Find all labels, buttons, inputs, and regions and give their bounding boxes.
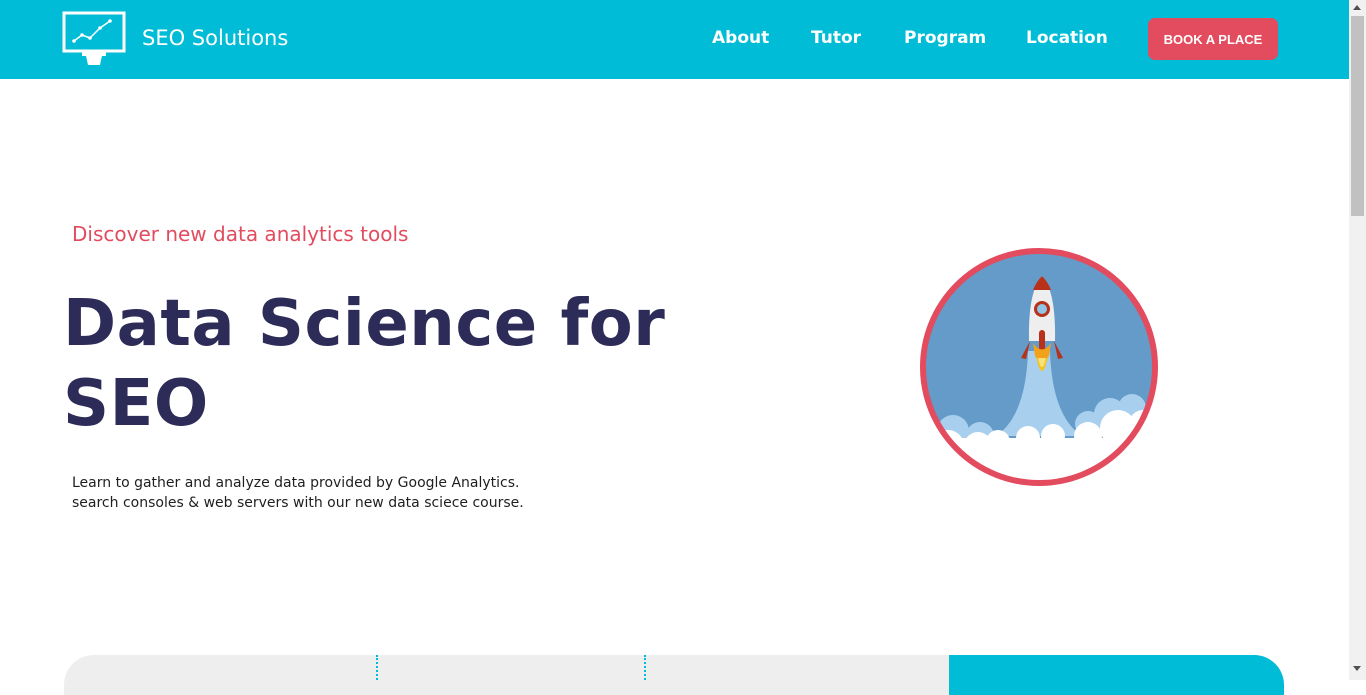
- hero-description: Learn to gather and analyze data provide…: [72, 473, 592, 513]
- brand-name[interactable]: SEO Solutions: [142, 26, 288, 50]
- scroll-up-icon[interactable]: [1353, 5, 1361, 10]
- tab-active[interactable]: [949, 655, 1284, 695]
- tab-divider: [644, 655, 646, 680]
- monitor-chart-icon[interactable]: [62, 11, 126, 67]
- tab-divider: [376, 655, 378, 680]
- tabs-bar: [64, 655, 1284, 695]
- nav-tutor[interactable]: Tutor: [811, 28, 861, 48]
- scroll-down-icon[interactable]: [1353, 666, 1361, 671]
- hero-description-line-2: search consoles & web servers with our n…: [72, 495, 524, 511]
- scrollbar-thumb[interactable]: [1351, 16, 1364, 216]
- book-a-place-button[interactable]: BOOK A PLACE: [1148, 18, 1278, 60]
- nav-program[interactable]: Program: [904, 28, 986, 48]
- hero-description-line-1: Learn to gather and analyze data provide…: [72, 475, 520, 491]
- hero-subtitle: Discover new data analytics tools: [72, 222, 409, 246]
- hero-title: Data Science for SEO: [63, 284, 703, 444]
- hero-title-line-1: Data Science for: [63, 287, 666, 361]
- rocket-launch-icon: [920, 248, 1158, 486]
- nav-location[interactable]: Location: [1026, 28, 1108, 48]
- vertical-scrollbar[interactable]: [1349, 0, 1366, 680]
- hero-title-line-2: SEO: [63, 367, 209, 441]
- site-header: SEO Solutions About Tutor Program Locati…: [0, 0, 1349, 79]
- nav-about[interactable]: About: [712, 28, 769, 48]
